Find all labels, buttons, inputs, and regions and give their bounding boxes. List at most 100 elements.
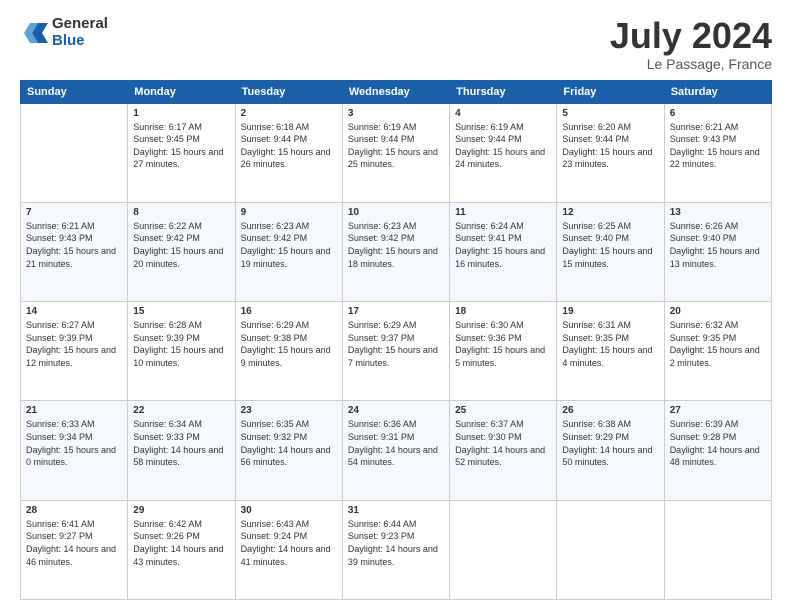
day-number: 13 xyxy=(670,207,766,218)
day-cell: 19 Sunrise: 6:31 AM Sunset: 9:35 PM Dayli… xyxy=(557,302,664,401)
day-cell xyxy=(450,500,557,599)
day-cell: 28 Sunrise: 6:41 AM Sunset: 9:27 PM Dayli… xyxy=(21,500,128,599)
logo-text: General Blue xyxy=(52,16,108,49)
day-info: Sunrise: 6:41 AM Sunset: 9:27 PM Dayligh… xyxy=(26,518,122,568)
day-cell: 6Sunrise: 6:21 AM Sunset: 9:43 PM Daylig… xyxy=(664,103,771,202)
day-cell: 10 Sunrise: 6:23 AM Sunset: 9:42 PM Dayli… xyxy=(342,202,449,301)
logo-icon xyxy=(20,19,48,47)
day-info: Sunrise: 6:29 AM Sunset: 9:38 PM Dayligh… xyxy=(241,319,337,369)
day-info: Sunrise: 6:27 AM Sunset: 9:39 PM Dayligh… xyxy=(26,319,122,369)
day-info: Sunrise: 6:36 AM Sunset: 9:31 PM Dayligh… xyxy=(348,418,444,468)
day-number: 2 xyxy=(241,108,337,119)
day-cell: 15 Sunrise: 6:28 AM Sunset: 9:39 PM Dayli… xyxy=(128,302,235,401)
day-cell: 27 Sunrise: 6:39 AM Sunset: 9:28 PM Dayli… xyxy=(664,401,771,500)
day-number: 12 xyxy=(562,207,658,218)
day-cell: 4 Sunrise: 6:19 AM Sunset: 9:44 PM Daylig… xyxy=(450,103,557,202)
day-number: 19 xyxy=(562,306,658,317)
day-cell: 9Sunrise: 6:23 AM Sunset: 9:42 PM Daylig… xyxy=(235,202,342,301)
day-info: Sunrise: 6:26 AM Sunset: 9:40 PM Dayligh… xyxy=(670,220,766,270)
day-cell: 24 Sunrise: 6:36 AM Sunset: 9:31 PM Dayli… xyxy=(342,401,449,500)
day-cell: 8 Sunrise: 6:22 AM Sunset: 9:42 PM Daylig… xyxy=(128,202,235,301)
day-info: Sunrise: 6:22 AM Sunset: 9:42 PM Dayligh… xyxy=(133,220,229,270)
day-info: Sunrise: 6:30 AM Sunset: 9:36 PM Dayligh… xyxy=(455,319,551,369)
day-info: Sunrise: 6:38 AM Sunset: 9:29 PM Dayligh… xyxy=(562,418,658,468)
day-number: 15 xyxy=(133,306,229,317)
day-cell xyxy=(557,500,664,599)
week-row-4: 21 Sunrise: 6:33 AM Sunset: 9:34 PM Dayli… xyxy=(21,401,772,500)
day-cell: 30 Sunrise: 6:43 AM Sunset: 9:24 PM Dayli… xyxy=(235,500,342,599)
day-number: 4 xyxy=(455,108,551,119)
day-cell: 23Sunrise: 6:35 AM Sunset: 9:32 PM Dayli… xyxy=(235,401,342,500)
day-number: 28 xyxy=(26,505,122,516)
day-number: 16 xyxy=(241,306,337,317)
day-number: 29 xyxy=(133,505,229,516)
col-saturday: Saturday xyxy=(664,80,771,103)
day-cell: 12 Sunrise: 6:25 AM Sunset: 9:40 PM Dayli… xyxy=(557,202,664,301)
day-number: 22 xyxy=(133,405,229,416)
month-title: July 2024 xyxy=(610,16,772,56)
day-info: Sunrise: 6:19 AM Sunset: 9:44 PM Dayligh… xyxy=(348,121,444,171)
day-info: Sunrise: 6:29 AM Sunset: 9:37 PM Dayligh… xyxy=(348,319,444,369)
logo-general: General xyxy=(52,16,108,33)
day-cell: 21 Sunrise: 6:33 AM Sunset: 9:34 PM Dayli… xyxy=(21,401,128,500)
day-info: Sunrise: 6:39 AM Sunset: 9:28 PM Dayligh… xyxy=(670,418,766,468)
day-number: 21 xyxy=(26,405,122,416)
day-cell: 20Sunrise: 6:32 AM Sunset: 9:35 PM Dayli… xyxy=(664,302,771,401)
day-info: Sunrise: 6:35 AM Sunset: 9:32 PM Dayligh… xyxy=(241,418,337,468)
calendar-table: Sunday Monday Tuesday Wednesday Thursday… xyxy=(20,80,772,600)
day-info: Sunrise: 6:28 AM Sunset: 9:39 PM Dayligh… xyxy=(133,319,229,369)
day-number: 24 xyxy=(348,405,444,416)
header: General Blue July 2024 Le Passage, Franc… xyxy=(20,16,772,72)
day-info: Sunrise: 6:19 AM Sunset: 9:44 PM Dayligh… xyxy=(455,121,551,171)
day-info: Sunrise: 6:31 AM Sunset: 9:35 PM Dayligh… xyxy=(562,319,658,369)
day-cell: 7Sunrise: 6:21 AM Sunset: 9:43 PM Daylig… xyxy=(21,202,128,301)
col-tuesday: Tuesday xyxy=(235,80,342,103)
day-cell: 13 Sunrise: 6:26 AM Sunset: 9:40 PM Dayli… xyxy=(664,202,771,301)
day-number: 10 xyxy=(348,207,444,218)
day-info: Sunrise: 6:24 AM Sunset: 9:41 PM Dayligh… xyxy=(455,220,551,270)
day-cell: 2Sunrise: 6:18 AM Sunset: 9:44 PM Daylig… xyxy=(235,103,342,202)
day-info: Sunrise: 6:42 AM Sunset: 9:26 PM Dayligh… xyxy=(133,518,229,568)
day-info: Sunrise: 6:23 AM Sunset: 9:42 PM Dayligh… xyxy=(241,220,337,270)
day-info: Sunrise: 6:43 AM Sunset: 9:24 PM Dayligh… xyxy=(241,518,337,568)
day-number: 27 xyxy=(670,405,766,416)
day-info: Sunrise: 6:33 AM Sunset: 9:34 PM Dayligh… xyxy=(26,418,122,468)
day-number: 20 xyxy=(670,306,766,317)
day-number: 26 xyxy=(562,405,658,416)
day-info: Sunrise: 6:17 AM Sunset: 9:45 PM Dayligh… xyxy=(133,121,229,171)
col-monday: Monday xyxy=(128,80,235,103)
day-info: Sunrise: 6:23 AM Sunset: 9:42 PM Dayligh… xyxy=(348,220,444,270)
day-number: 5 xyxy=(562,108,658,119)
day-number: 11 xyxy=(455,207,551,218)
week-row-3: 14Sunrise: 6:27 AM Sunset: 9:39 PM Dayli… xyxy=(21,302,772,401)
day-cell: 25Sunrise: 6:37 AM Sunset: 9:30 PM Dayli… xyxy=(450,401,557,500)
day-cell: 18 Sunrise: 6:30 AM Sunset: 9:36 PM Dayli… xyxy=(450,302,557,401)
day-info: Sunrise: 6:21 AM Sunset: 9:43 PM Dayligh… xyxy=(26,220,122,270)
day-number: 3 xyxy=(348,108,444,119)
day-number: 25 xyxy=(455,405,551,416)
header-row: Sunday Monday Tuesday Wednesday Thursday… xyxy=(21,80,772,103)
day-number: 31 xyxy=(348,505,444,516)
day-number: 18 xyxy=(455,306,551,317)
col-wednesday: Wednesday xyxy=(342,80,449,103)
day-number: 17 xyxy=(348,306,444,317)
week-row-2: 7Sunrise: 6:21 AM Sunset: 9:43 PM Daylig… xyxy=(21,202,772,301)
col-friday: Friday xyxy=(557,80,664,103)
week-row-5: 28 Sunrise: 6:41 AM Sunset: 9:27 PM Dayli… xyxy=(21,500,772,599)
day-number: 30 xyxy=(241,505,337,516)
day-info: Sunrise: 6:25 AM Sunset: 9:40 PM Dayligh… xyxy=(562,220,658,270)
day-info: Sunrise: 6:20 AM Sunset: 9:44 PM Dayligh… xyxy=(562,121,658,171)
location: Le Passage, France xyxy=(610,56,772,72)
day-info: Sunrise: 6:34 AM Sunset: 9:33 PM Dayligh… xyxy=(133,418,229,468)
day-cell: 17 Sunrise: 6:29 AM Sunset: 9:37 PM Dayli… xyxy=(342,302,449,401)
calendar-page: General Blue July 2024 Le Passage, Franc… xyxy=(0,0,792,612)
day-cell: 26 Sunrise: 6:38 AM Sunset: 9:29 PM Dayli… xyxy=(557,401,664,500)
week-row-1: 1 Sunrise: 6:17 AM Sunset: 9:45 PM Daylig… xyxy=(21,103,772,202)
day-cell: 3 Sunrise: 6:19 AM Sunset: 9:44 PM Daylig… xyxy=(342,103,449,202)
logo-blue: Blue xyxy=(52,33,108,50)
day-cell: 1 Sunrise: 6:17 AM Sunset: 9:45 PM Daylig… xyxy=(128,103,235,202)
col-thursday: Thursday xyxy=(450,80,557,103)
day-info: Sunrise: 6:21 AM Sunset: 9:43 PM Dayligh… xyxy=(670,121,766,171)
day-number: 1 xyxy=(133,108,229,119)
day-number: 8 xyxy=(133,207,229,218)
